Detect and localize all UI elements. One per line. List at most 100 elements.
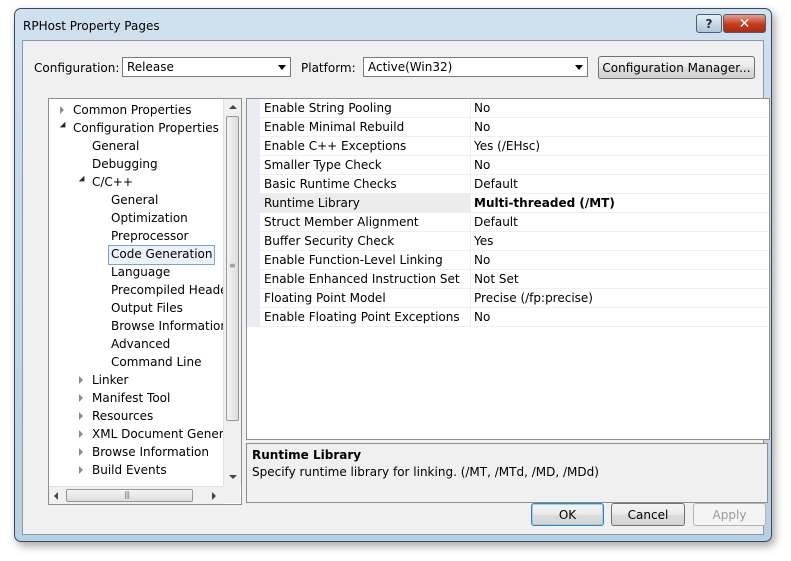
property-row[interactable]: Smaller Type Check No — [260, 156, 769, 175]
configuration-dropdown[interactable]: Release — [122, 57, 291, 77]
tree-item[interactable]: Language — [111, 263, 170, 281]
property-name: Enable Enhanced Instruction Set — [264, 272, 460, 286]
scroll-right-icon[interactable] — [212, 492, 216, 500]
apply-button[interactable]: Apply — [693, 503, 766, 526]
column-divider — [470, 99, 471, 118]
property-value[interactable]: Multi-threaded (/MT) — [474, 196, 615, 210]
dialog-client-area: Configuration: Release Platform: Active(… — [22, 40, 770, 535]
collapsed-triangle-icon[interactable] — [79, 466, 83, 474]
collapsed-triangle-icon[interactable] — [79, 430, 83, 438]
property-row[interactable]: Enable Enhanced Instruction Set Not Set — [260, 270, 769, 289]
description-panel: Runtime Library Specify runtime library … — [246, 443, 768, 503]
tree-item[interactable]: Command Line — [111, 353, 202, 371]
platform-dropdown[interactable]: Active(Win32) — [363, 57, 588, 77]
property-row[interactable]: Enable Minimal Rebuild No — [260, 118, 769, 137]
tree-item[interactable]: Build Events — [92, 461, 167, 479]
collapsed-triangle-icon[interactable] — [79, 448, 83, 456]
column-divider — [470, 270, 471, 289]
tree-item[interactable]: Precompiled Heade — [111, 281, 223, 299]
collapsed-triangle-icon[interactable] — [79, 394, 83, 402]
tree-item[interactable]: Resources — [92, 407, 153, 425]
tree-horizontal-thumb[interactable] — [66, 489, 193, 502]
configuration-value: Release — [127, 60, 174, 74]
property-value[interactable]: No — [474, 310, 490, 324]
tree-item[interactable]: Linker — [92, 371, 128, 389]
scroll-down-icon[interactable] — [229, 475, 237, 479]
collapsed-triangle-icon[interactable] — [79, 412, 83, 420]
property-value[interactable]: Precise (/fp:precise) — [474, 291, 593, 305]
tree-item[interactable]: Code Generation — [108, 245, 216, 265]
property-name: Runtime Library — [264, 196, 360, 210]
tree-item[interactable]: Debugging — [92, 155, 158, 173]
property-name: Enable Function-Level Linking — [264, 253, 443, 267]
help-button[interactable]: ? — [696, 14, 722, 33]
property-value[interactable]: No — [474, 253, 490, 267]
window-title: RPHost Property Pages — [23, 19, 160, 33]
tree-horizontal-scrollbar[interactable]: ||| — [49, 486, 223, 504]
property-value[interactable]: No — [474, 101, 490, 115]
column-divider — [470, 175, 471, 194]
tree-item[interactable]: Common Properties — [73, 101, 192, 119]
tree-item[interactable]: Configuration Properties — [73, 119, 219, 137]
tree-item[interactable]: General — [111, 191, 158, 209]
tree-item[interactable]: Browse Information — [111, 317, 223, 335]
column-divider — [470, 156, 471, 175]
property-value[interactable]: Yes — [474, 234, 493, 248]
property-name: Smaller Type Check — [264, 158, 382, 172]
tree-item[interactable]: General — [92, 137, 139, 155]
collapsed-triangle-icon[interactable] — [60, 106, 64, 114]
property-row[interactable]: Floating Point Model Precise (/fp:precise… — [260, 289, 769, 308]
tree-item[interactable]: C/C++ — [92, 173, 133, 191]
tree-item[interactable]: Preprocessor — [111, 227, 188, 245]
cancel-button[interactable]: Cancel — [611, 503, 685, 526]
tree-item[interactable]: Output Files — [111, 299, 183, 317]
property-name: Enable Minimal Rebuild — [264, 120, 405, 134]
ok-button[interactable]: OK — [531, 503, 604, 526]
property-row[interactable]: Enable C++ Exceptions Yes (/EHsc) — [260, 137, 769, 156]
property-name: Enable String Pooling — [264, 101, 392, 115]
property-row[interactable]: Buffer Security Check Yes — [260, 232, 769, 251]
property-row[interactable]: Enable Floating Point Exceptions No — [260, 308, 769, 327]
column-divider — [470, 251, 471, 270]
property-value[interactable]: No — [474, 120, 490, 134]
property-tree: Common Properties Configuration Propertie… — [48, 98, 242, 505]
grid-gutter — [247, 99, 260, 327]
scroll-corner — [223, 486, 240, 503]
description-title: Runtime Library — [252, 448, 362, 462]
property-row[interactable]: Struct Member Alignment Default — [260, 213, 769, 232]
column-divider — [470, 118, 471, 137]
collapsed-triangle-icon[interactable] — [79, 376, 83, 384]
tree-item[interactable]: Optimization — [111, 209, 188, 227]
column-divider — [470, 213, 471, 232]
property-value[interactable]: Yes (/EHsc) — [474, 139, 540, 153]
tree-item[interactable]: Browse Information — [92, 443, 209, 461]
tree-item[interactable]: Advanced — [111, 335, 170, 353]
property-name: Enable Floating Point Exceptions — [264, 310, 460, 324]
tree-items: Common Properties Configuration Propertie… — [49, 99, 223, 486]
scroll-up-icon[interactable] — [229, 105, 237, 109]
property-pages-window: RPHost Property Pages ? ✕ Configuration:… — [14, 8, 772, 542]
expanded-triangle-icon[interactable] — [78, 175, 88, 185]
property-value[interactable]: Not Set — [474, 272, 519, 286]
tree-vertical-scrollbar[interactable]: ≡ — [223, 99, 241, 486]
property-row[interactable]: Runtime Library Multi-threaded (/MT) — [260, 194, 769, 213]
configuration-manager-button[interactable]: Configuration Manager... — [598, 56, 755, 79]
close-button[interactable]: ✕ — [723, 14, 766, 33]
column-divider — [470, 137, 471, 156]
property-row[interactable]: Enable String Pooling No — [260, 99, 769, 118]
property-name: Struct Member Alignment — [264, 215, 419, 229]
tree-item[interactable]: XML Document Genera — [92, 425, 223, 443]
property-value[interactable]: Default — [474, 215, 518, 229]
property-row[interactable]: Enable Function-Level Linking No — [260, 251, 769, 270]
column-divider — [470, 289, 471, 308]
property-grid: Enable String Pooling No Enable Minimal Re… — [246, 98, 770, 440]
scroll-left-icon[interactable] — [54, 492, 58, 500]
property-value[interactable]: No — [474, 158, 490, 172]
property-row[interactable]: Basic Runtime Checks Default — [260, 175, 769, 194]
expanded-triangle-icon[interactable] — [59, 121, 69, 131]
column-divider — [470, 232, 471, 251]
tree-item[interactable]: Manifest Tool — [92, 389, 170, 407]
property-value[interactable]: Default — [474, 177, 518, 191]
description-text: Specify runtime library for linking. (/M… — [252, 465, 599, 479]
property-name: Buffer Security Check — [264, 234, 395, 248]
